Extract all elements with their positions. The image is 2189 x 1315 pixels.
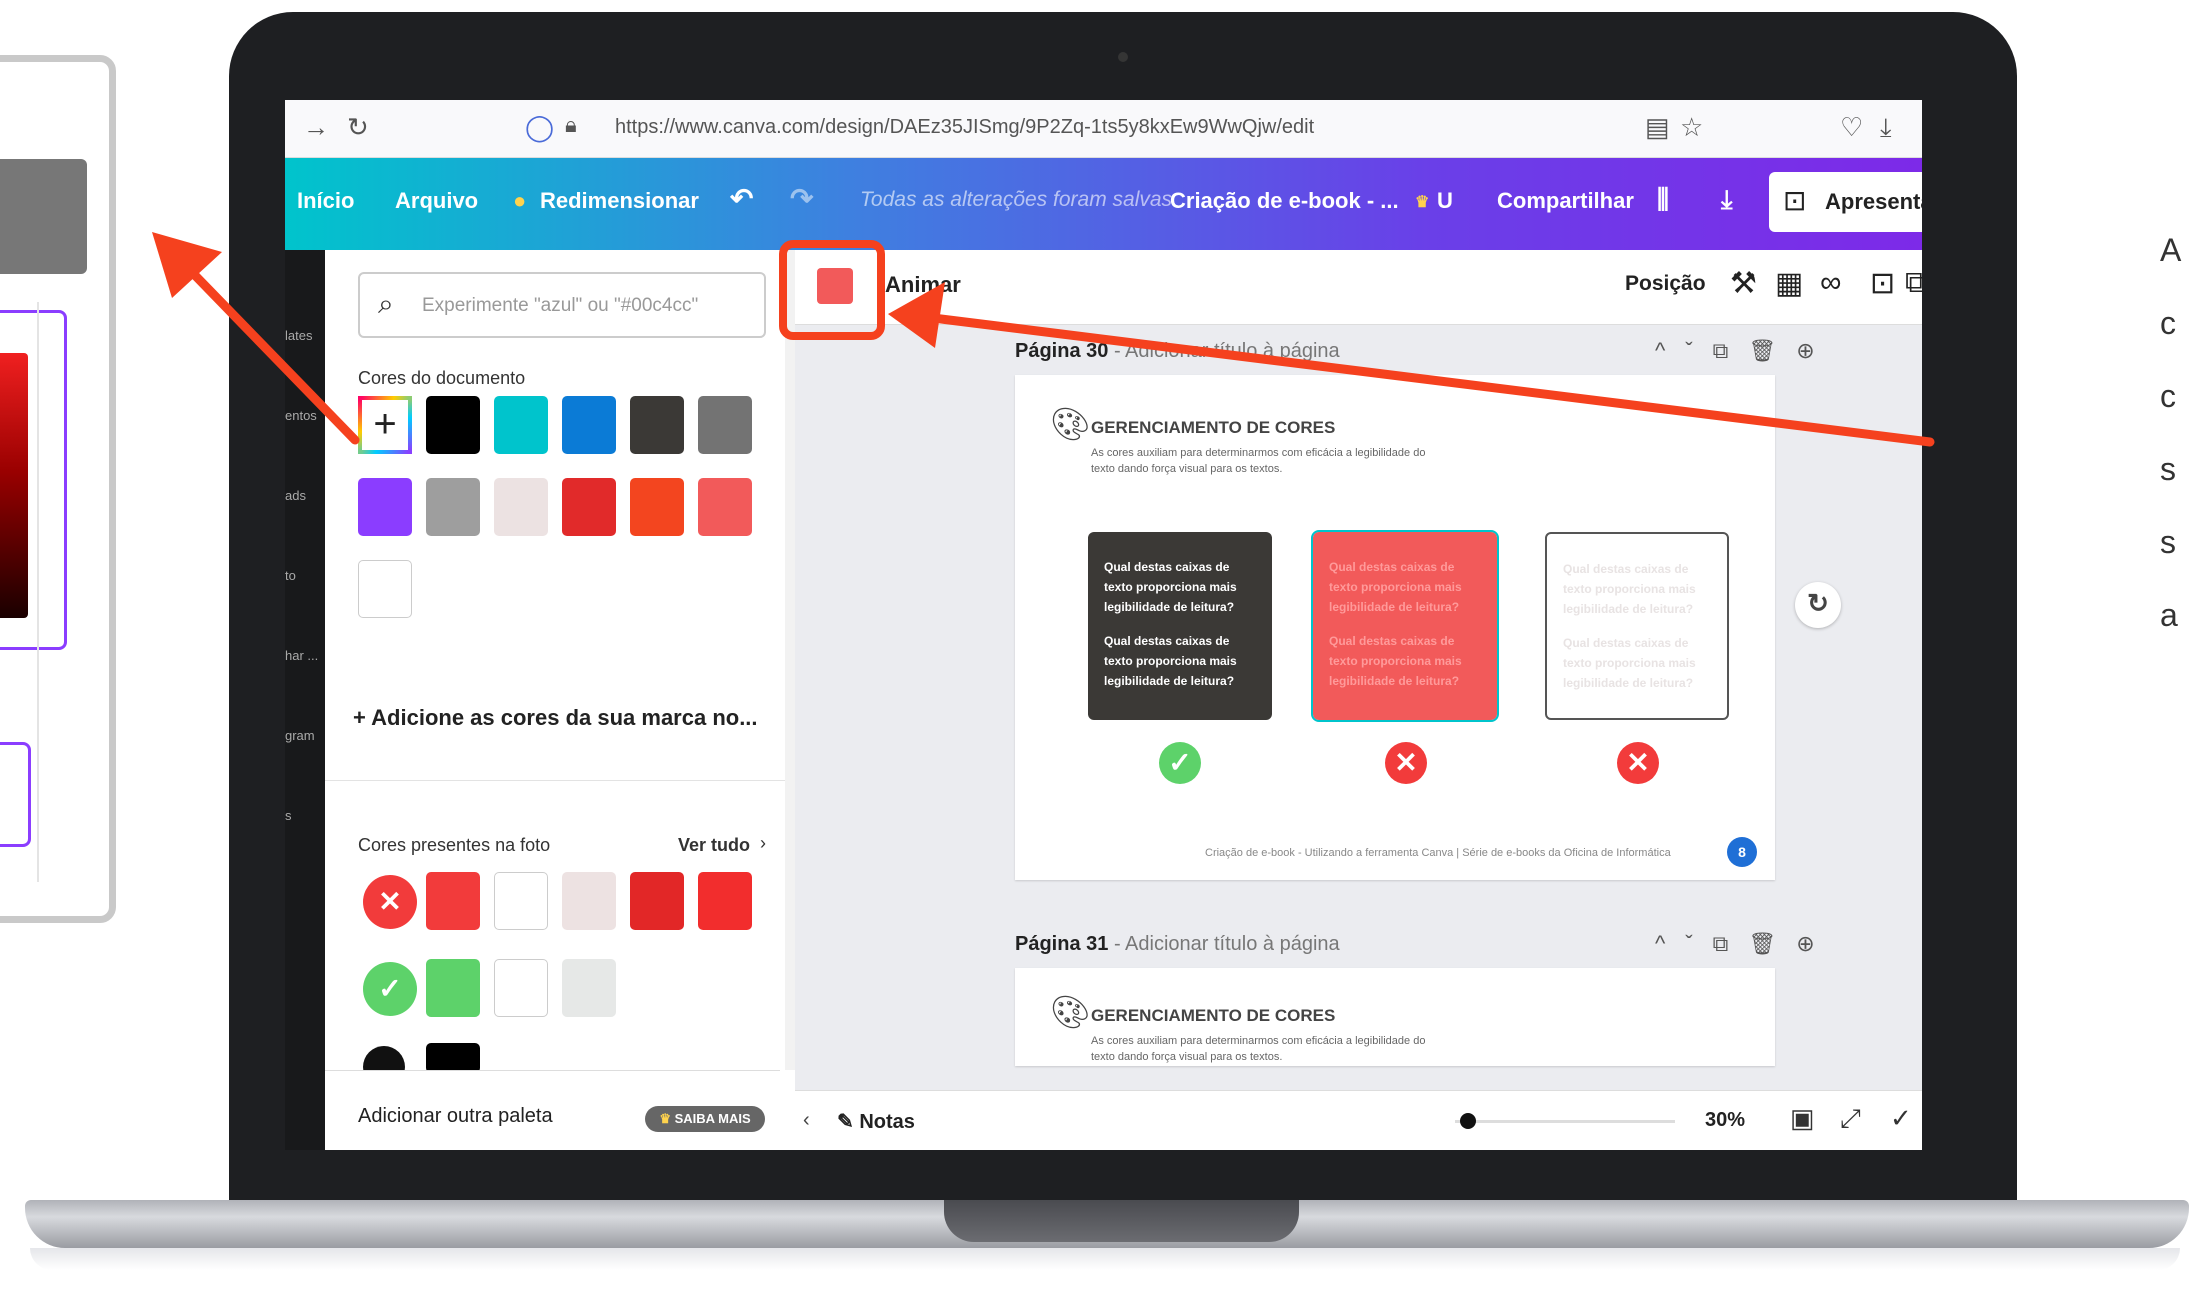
side-text-line: s (2160, 451, 2176, 487)
arrow-to-color-chip (920, 312, 1935, 447)
side-text-line: c (2160, 378, 2176, 414)
arrow-to-zoom-panel (180, 260, 360, 445)
annotation-arrows (152, 232, 1935, 447)
side-text-line: c (2160, 305, 2176, 341)
arrowhead-icon (888, 282, 945, 348)
side-text-line: A (2160, 232, 2182, 268)
side-text-line: a (2160, 597, 2178, 633)
side-text-line: s (2160, 524, 2176, 560)
